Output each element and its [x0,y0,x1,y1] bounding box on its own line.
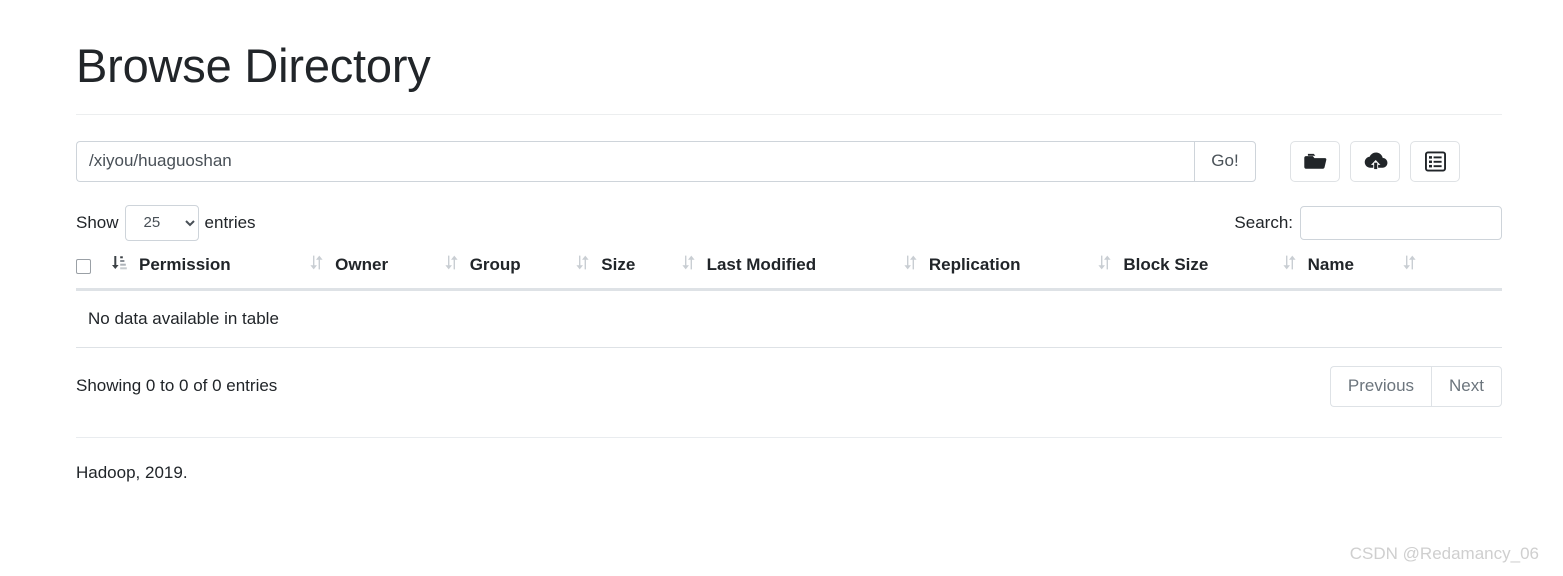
table-length-control: Show 25 entries [76,204,256,241]
column-header-size[interactable]: Size [575,247,681,291]
sort-both-icon [444,254,458,276]
browse-directory-page: Browse Directory Go! [0,0,1563,576]
list-alt-button[interactable] [1410,140,1460,182]
sort-desc-icon [110,254,127,276]
sort-both-icon [575,254,589,276]
sort-both-icon [1402,254,1416,276]
sort-both-icon [1097,254,1111,276]
table-info: Showing 0 to 0 of 0 entries [76,376,278,396]
toolbar-icon-group [1290,140,1460,182]
sort-both-icon [309,254,323,276]
list-alt-icon [1424,151,1446,172]
page-container: Browse Directory Go! [76,0,1502,483]
files-table-head: Permission Owner Group Size Last Modifie… [76,247,1502,291]
page-title: Browse Directory [76,39,431,92]
next-page-button[interactable]: Next [1431,365,1502,407]
footer-divider [76,436,1502,438]
entries-label: entries [204,212,256,232]
path-input-group: Go! [76,140,1256,182]
column-header-label: Block Size [1123,254,1209,274]
select-all-checkbox[interactable] [76,258,91,274]
show-label: Show [76,212,119,232]
column-header-select-all[interactable] [76,247,110,291]
go-button[interactable]: Go! [1194,140,1256,182]
column-header-replication[interactable]: Replication [902,247,1098,291]
sort-both-icon [903,254,917,276]
column-header-label: Permission [139,254,231,274]
column-header-last-modified[interactable]: Last Modified [680,247,903,291]
files-table: Permission Owner Group Size Last Modifie… [76,247,1502,348]
table-pagination: Previous Next [1329,365,1502,407]
table-empty-row: No data available in table [76,289,1502,348]
page-length-select[interactable]: 25 [124,204,199,241]
column-header-name[interactable]: Name [1281,247,1502,291]
table-controls-row: Show 25 entries Search: [76,204,1502,242]
column-header-label: Last Modified [706,254,817,274]
upload-file-button[interactable] [1350,140,1400,182]
column-header-label: Replication [928,254,1021,274]
watermark: CSDN @Redamancy_06 [1349,544,1539,563]
files-table-body: No data available in table [76,289,1502,348]
column-header-label: Name [1307,254,1354,274]
table-empty-message: No data available in table [76,289,1502,348]
search-input[interactable] [1300,205,1502,240]
column-header-group[interactable]: Group [443,247,576,291]
column-header-owner[interactable]: Owner [309,247,444,291]
footer-text: Hadoop, 2019. [76,462,188,482]
table-search-control: Search: [1234,205,1502,240]
column-header-label: Size [601,254,636,274]
search-label: Search: [1234,212,1293,232]
column-header-permission[interactable]: Permission [110,247,310,291]
previous-page-button[interactable]: Previous [1329,365,1432,407]
directory-path-input[interactable] [76,140,1194,182]
path-bar-row: Go! [76,140,1502,182]
title-divider [76,113,1502,115]
sort-both-icon [1282,254,1296,276]
open-folder-icon [1303,152,1327,171]
column-header-label: Owner [335,254,389,274]
cloud-upload-icon [1363,151,1388,171]
open-folder-button[interactable] [1290,140,1340,182]
files-table-header-row: Permission Owner Group Size Last Modifie… [76,247,1502,291]
column-header-label: Group [469,254,521,274]
table-footer: Showing 0 to 0 of 0 entries Previous Nex… [76,365,1502,407]
sort-both-icon [681,254,695,276]
column-header-block-size[interactable]: Block Size [1097,247,1282,291]
